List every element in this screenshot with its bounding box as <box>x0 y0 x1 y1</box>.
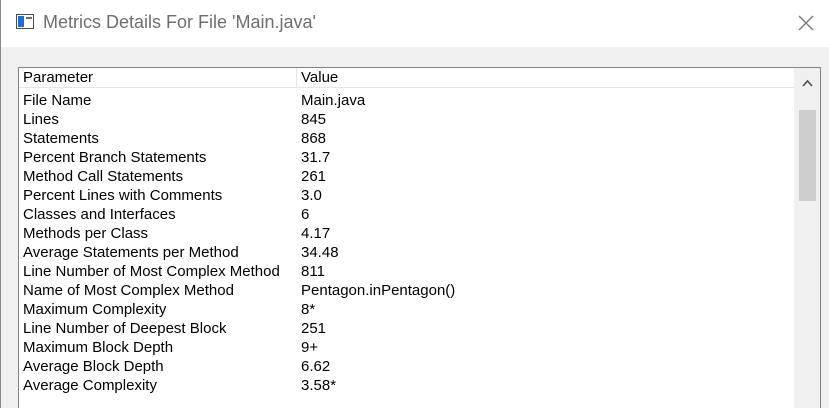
value-cell: 31.7 <box>301 149 331 166</box>
value-cell: 868 <box>301 130 327 147</box>
title-bar[interactable]: Metrics Details For File 'Main.java' <box>1 0 829 47</box>
parameter-cell: Method Call Statements <box>23 168 184 185</box>
chevron-up-icon <box>802 79 813 87</box>
table-row[interactable]: Maximum Complexity 8* <box>19 300 795 319</box>
value-cell: 811 <box>301 263 325 280</box>
metrics-table[interactable]: Parameter Value File Name Main.java Lines 8… <box>18 67 821 408</box>
table-row[interactable]: File Name Main.java <box>19 91 795 110</box>
value-cell: 261 <box>301 168 327 185</box>
value-cell: 3.58* <box>301 377 337 394</box>
value-cell: 6 <box>301 206 310 223</box>
parameter-cell: Maximum Complexity <box>23 301 167 318</box>
metrics-dialog: Metrics Details For File 'Main.java' Par… <box>0 0 829 408</box>
parameter-cell: Statements <box>23 130 99 147</box>
value-cell: 9+ <box>301 339 319 356</box>
value-cell: 845 <box>301 111 327 128</box>
parameter-cell: Maximum Block Depth <box>23 339 174 356</box>
vertical-scrollbar[interactable] <box>794 68 820 408</box>
parameter-cell: Line Number of Deepest Block <box>23 320 227 337</box>
parameter-cell: File Name <box>23 92 92 109</box>
table-row[interactable]: Percent Lines with Comments 3.0 <box>19 186 795 205</box>
column-header-value[interactable]: Value <box>297 68 597 87</box>
table-row[interactable]: Average Statements per Method 34.48 <box>19 243 795 262</box>
value-cell: 8* <box>301 301 316 318</box>
table-row[interactable]: Percent Branch Statements 31.7 <box>19 148 795 167</box>
parameter-cell: Lines <box>23 111 59 128</box>
value-cell: 34.48 <box>301 244 339 261</box>
window-title: Metrics Details For File 'Main.java' <box>43 12 316 32</box>
parameter-cell: Line Number of Most Complex Method <box>23 263 280 280</box>
parameter-cell: Name of Most Complex Method <box>23 282 234 299</box>
table-row[interactable]: Methods per Class 4.17 <box>19 224 795 243</box>
parameter-cell: Average Complexity <box>23 377 157 394</box>
value-cell: 6.62 <box>301 358 331 375</box>
table-row[interactable]: Name of Most Complex Method Pentagon.inPe… <box>19 281 795 300</box>
table-row[interactable]: Line Number of Most Complex Method 811 <box>19 262 795 281</box>
close-icon <box>798 15 814 31</box>
window-icon <box>16 14 34 29</box>
value-cell: 4.17 <box>301 225 331 242</box>
parameter-cell: Percent Branch Statements <box>23 149 207 166</box>
parameter-cell: Average Block Depth <box>23 358 164 375</box>
column-header-parameter[interactable]: Parameter <box>19 68 297 87</box>
value-cell: Pentagon.inPentagon() <box>301 282 456 299</box>
table-body: File Name Main.java Lines 845 Statements 868 P… <box>19 91 795 395</box>
table-header: Parameter Value <box>19 68 795 88</box>
table-row[interactable]: Lines 845 <box>19 110 795 129</box>
table-row[interactable]: Line Number of Deepest Block 251 <box>19 319 795 338</box>
scrollbar-thumb[interactable] <box>799 110 816 201</box>
close-button[interactable] <box>793 10 819 36</box>
table-row[interactable]: Average Block Depth 6.62 <box>19 357 795 376</box>
parameter-cell: Average Statements per Method <box>23 244 239 261</box>
parameter-cell: Percent Lines with Comments <box>23 187 223 204</box>
parameter-cell: Methods per Class <box>23 225 149 242</box>
table-row[interactable]: Method Call Statements 261 <box>19 167 795 186</box>
table-row[interactable]: Classes and Interfaces 6 <box>19 205 795 224</box>
parameter-cell: Classes and Interfaces <box>23 206 176 223</box>
value-cell: 251 <box>301 320 327 337</box>
value-cell: Main.java <box>301 92 366 109</box>
table-row[interactable]: Maximum Block Depth 9+ <box>19 338 795 357</box>
table-row[interactable]: Statements 868 <box>19 129 795 148</box>
scroll-up-button[interactable] <box>795 69 820 97</box>
table-row[interactable]: Average Complexity 3.58* <box>19 376 795 395</box>
value-cell: 3.0 <box>301 187 322 204</box>
